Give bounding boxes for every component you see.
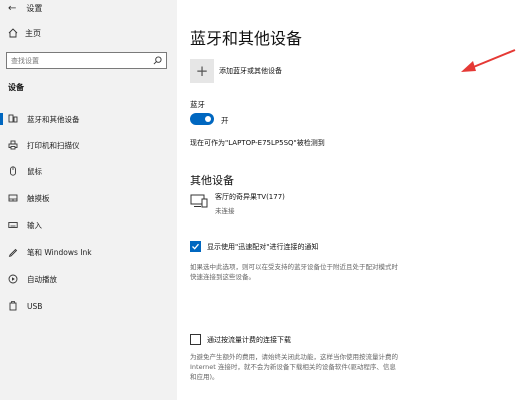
bluetooth-label: 蓝牙 [190,100,205,109]
swift-pair-checkbox[interactable] [190,241,201,252]
bluetooth-state: 开 [221,116,229,125]
red-annotation-arrow [461,49,516,72]
section-label-devices: 设备 [8,83,24,92]
sidebar-item-label: USB [27,301,43,311]
metered-description-line2: Internet 连接时，就不会为新设备下载相关的设备软件(驱动程序、信息 [190,363,396,371]
sidebar-item-label: 触摸板 [27,193,50,203]
device-name: 客厅的奇异果TV(177) [215,193,285,201]
home-label: 主页 [25,28,41,38]
back-arrow-icon[interactable]: ← [8,3,16,14]
keyboard-icon [8,220,18,230]
sidebar-item-label: 打印机和扫描仪 [27,140,80,150]
metered-description-line1: 为避免产生额外的费用，请始终关闭此功能，这样当你使用按流量计费的 [190,353,398,361]
swift-pair-label: 显示使用"迅速配对"进行连接的通知 [207,242,319,251]
app-title: 设置 [26,3,43,13]
touchpad-icon [8,193,18,203]
swift-pair-description-line1: 如果选中此选项，则可以在受支持的蓝牙设备位于附近且处于配对模式时 [190,263,398,271]
search-input[interactable] [11,56,153,65]
tv-icon [190,194,208,208]
sidebar-item-label: 蓝牙和其他设备 [27,114,80,124]
other-devices-heading: 其他设备 [190,174,234,187]
discoverable-text: 现在可作为"LAPTOP-E75LP5SQ"被检测到 [190,139,325,147]
sidebar-item-typing[interactable]: 输入 [0,217,177,233]
metered-download-checkbox[interactable] [190,334,201,345]
home-link[interactable]: 主页 [8,27,41,39]
checkmark-icon [192,243,199,250]
main-content: 蓝牙和其他设备 + 添加蓝牙或其他设备 蓝牙 开 现在可作为"LAPTOP-E7… [177,0,517,400]
sidebar-item-bluetooth[interactable]: 蓝牙和其他设备 [0,111,177,127]
sidebar-item-autoplay[interactable]: 自动播放 [0,271,177,287]
swift-pair-description-line2: 快速连接到这些设备。 [190,273,255,281]
search-box[interactable] [6,52,167,69]
search-icon[interactable] [153,56,162,65]
sidebar-item-label: 鼠标 [27,166,42,176]
sidebar-item-label: 笔和 Windows Ink [27,247,92,257]
metered-description-line3: 和应用)。 [190,373,219,381]
bluetooth-toggle[interactable] [190,113,214,125]
bluetooth-devices-icon [8,114,18,124]
home-icon [8,28,18,38]
plus-icon: + [190,59,214,83]
device-item[interactable]: 客厅的奇异果TV(177) 未连接 [190,192,285,215]
sidebar: ← 设置 主页 设备 蓝牙和其他设备 打印机和扫描仪 鼠标 触摸板 [0,0,177,400]
title-bar: ← 设置 [8,3,43,14]
sidebar-item-label: 自动播放 [27,274,57,284]
autoplay-icon [8,274,18,284]
page-title: 蓝牙和其他设备 [190,29,303,48]
usb-icon [8,301,18,311]
add-device-label: 添加蓝牙或其他设备 [219,67,282,75]
printer-icon [8,140,18,150]
sidebar-item-touchpad[interactable]: 触摸板 [0,190,177,206]
add-device-button[interactable]: + 添加蓝牙或其他设备 [190,59,282,83]
device-status: 未连接 [215,207,235,215]
sidebar-item-label: 输入 [27,220,42,230]
metered-download-label: 通过按流量计费的连接下载 [207,335,291,344]
pen-icon [8,247,18,257]
sidebar-item-mouse[interactable]: 鼠标 [0,163,177,179]
sidebar-item-usb[interactable]: USB [0,298,177,314]
mouse-icon [8,166,18,176]
swift-pair-option[interactable]: 显示使用"迅速配对"进行连接的通知 [190,241,318,252]
metered-download-option[interactable]: 通过按流量计费的连接下载 [190,334,291,345]
sidebar-item-printers[interactable]: 打印机和扫描仪 [0,137,177,153]
sidebar-item-pen[interactable]: 笔和 Windows Ink [0,244,177,260]
